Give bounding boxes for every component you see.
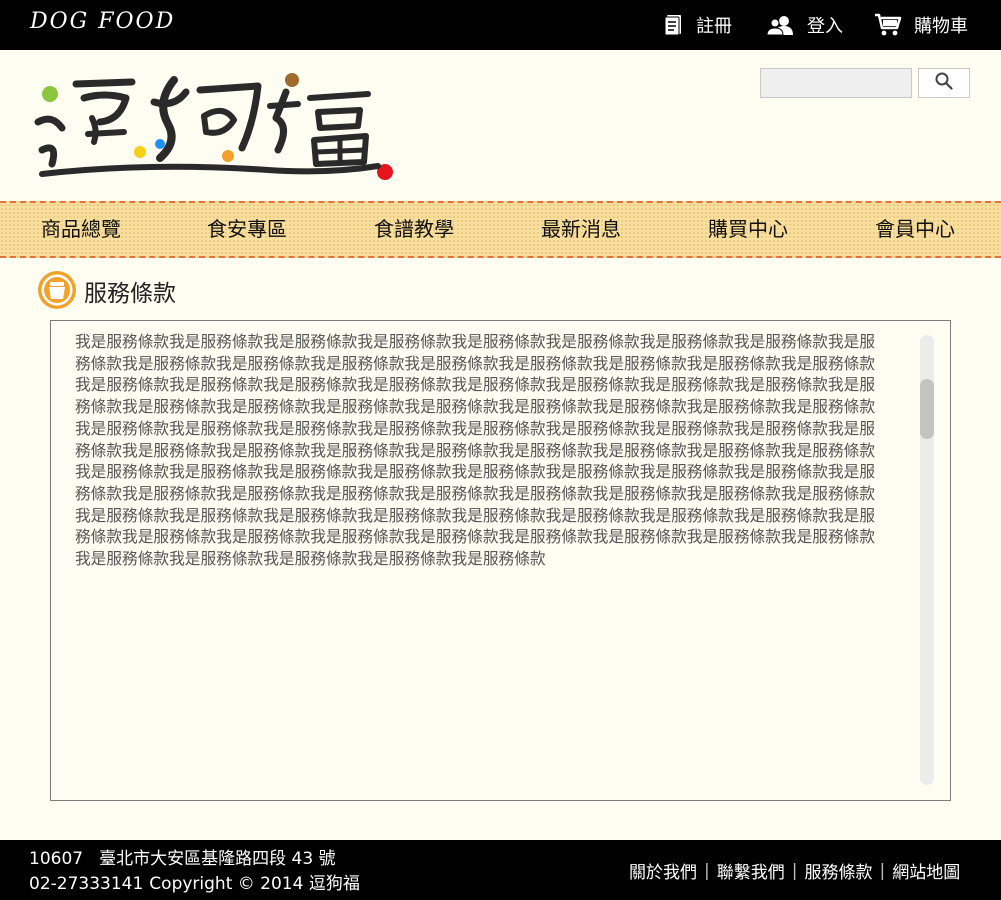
footer-link-terms[interactable]: 服務條款 — [804, 858, 872, 883]
footer-link-sitemap[interactable]: 網站地圖 — [892, 858, 960, 883]
nav-item-purchase[interactable]: 購買中心 — [708, 203, 788, 256]
footer-link-contact[interactable]: 聯繫我們 — [717, 858, 785, 883]
nav-item-news[interactable]: 最新消息 — [541, 203, 621, 256]
register-label: 註冊 — [696, 16, 732, 37]
address: 臺北市大安區基隆路四段 43 號 — [99, 849, 336, 869]
nav-item-products[interactable]: 商品總覽 — [41, 203, 121, 256]
search-icon — [935, 72, 953, 94]
footer: 10607 臺北市大安區基隆路四段 43 號 02-27333141 Copyrig… — [0, 840, 1001, 900]
divider: | — [791, 860, 798, 881]
nav-item-food-safety[interactable]: 食安專區 — [207, 203, 287, 256]
search-button[interactable] — [918, 68, 970, 98]
login-link[interactable]: 登入 — [767, 0, 843, 50]
footer-address-block: 10607 臺北市大安區基隆路四段 43 號 02-27333141 Copyrig… — [29, 847, 366, 897]
terms-text: 我是服務條款我是服務條款我是服務條款我是服務條款我是服務條款我是服務條款我是服務… — [75, 332, 876, 569]
postal-code: 10607 — [29, 849, 84, 869]
divider: | — [704, 860, 710, 881]
search-input[interactable] — [760, 68, 912, 98]
footer-links: 關於我們 | 聯繫我們 | 服務條款 | 網站地圖 — [629, 858, 960, 884]
scrollbar-thumb[interactable] — [920, 379, 934, 439]
phone: 02-27333141 — [29, 874, 144, 894]
page-title: 服務條款 — [84, 281, 176, 307]
nav-item-recipes[interactable]: 食譜教學 — [374, 203, 454, 256]
cart-link[interactable]: 購物車 — [874, 0, 968, 50]
login-label: 登入 — [807, 16, 843, 37]
terms-scroll-box[interactable]: 我是服務條款我是服務條款我是服務條款我是服務條款我是服務條款我是服務條款我是服務… — [50, 320, 951, 801]
site-logo[interactable] — [28, 62, 400, 192]
register-link[interactable]: 註冊 — [664, 0, 732, 50]
top-bar: DOG FOOD 註冊 登入 購物車 — [0, 0, 1001, 50]
main-nav: 商品總覽 食安專區 食譜教學 最新消息 購買中心 會員中心 — [0, 201, 1001, 258]
brand-text[interactable]: DOG FOOD — [30, 9, 175, 34]
cart-icon — [874, 13, 902, 37]
cart-label: 購物車 — [914, 16, 968, 37]
footer-link-about[interactable]: 關於我們 — [629, 858, 697, 883]
register-icon — [664, 14, 684, 36]
copyright: Copyright © 2014 逗狗福 — [149, 874, 360, 894]
login-icon — [767, 15, 795, 35]
divider: | — [879, 860, 886, 881]
nav-item-member[interactable]: 會員中心 — [875, 203, 955, 256]
badge-icon — [37, 270, 77, 310]
